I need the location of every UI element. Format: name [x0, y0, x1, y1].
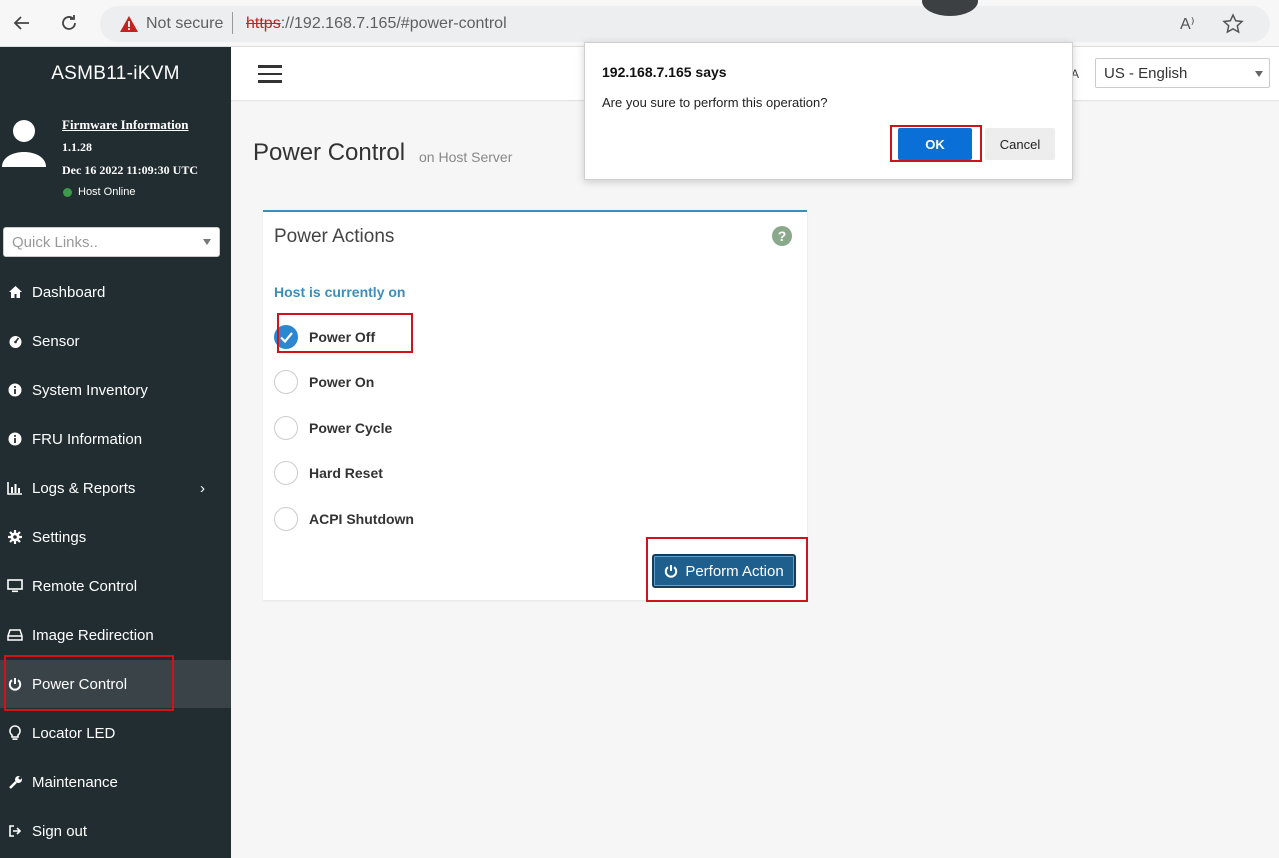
- address-separator: [232, 12, 233, 34]
- sidebar-item-label: Locator LED: [32, 724, 116, 742]
- panel-title: Power Actions: [274, 226, 395, 247]
- host-state-text: Host is currently on: [274, 284, 406, 300]
- help-icon[interactable]: ?: [772, 226, 792, 246]
- url-scheme: https: [246, 15, 281, 32]
- option-label: Hard Reset: [309, 465, 383, 481]
- host-status-dot-icon: [63, 188, 72, 197]
- ok-button[interactable]: OK: [898, 128, 972, 160]
- perform-action-label: Perform Action: [685, 562, 784, 580]
- quick-links-select[interactable]: Quick Links..: [3, 227, 220, 257]
- sidebar-item-dashboard[interactable]: Dashboard: [0, 268, 231, 316]
- sidebar-item-power-control[interactable]: Power Control: [0, 660, 231, 708]
- sidebar-item-label: Settings: [32, 528, 87, 546]
- sidebar-item-settings[interactable]: Settings: [0, 513, 231, 561]
- gauge-icon: [7, 333, 23, 349]
- perform-action-button[interactable]: Perform Action: [652, 554, 796, 588]
- user-avatar-icon: [2, 117, 46, 167]
- sidebar-item-locator-led[interactable]: Locator LED: [0, 709, 231, 757]
- sidebar-item-fru-information[interactable]: FRU Information: [0, 415, 231, 463]
- warning-icon[interactable]: [119, 14, 139, 34]
- back-arrow-icon[interactable]: [8, 9, 36, 37]
- security-label[interactable]: Not secure: [146, 15, 223, 33]
- hamburger-menu-icon[interactable]: [258, 65, 282, 83]
- sign-out-icon: [7, 823, 23, 839]
- chevron-right-icon: ›: [200, 479, 205, 497]
- drive-icon: [7, 627, 23, 643]
- sidebar-item-label: Logs & Reports: [32, 479, 136, 497]
- browser-toolbar: Not secure https://192.168.7.165/#power-…: [0, 0, 1279, 47]
- firmware-info-link[interactable]: Firmware Information: [62, 117, 188, 133]
- sidebar-item-label: FRU Information: [32, 430, 143, 448]
- option-power-cycle[interactable]: Power Cycle: [274, 416, 574, 442]
- option-label: ACPI Shutdown: [309, 511, 414, 527]
- sidebar-item-label: Image Redirection: [32, 626, 154, 644]
- option-label: Power Off: [309, 329, 376, 345]
- sidebar-item-label: Maintenance: [32, 773, 118, 791]
- sidebar-item-system-inventory[interactable]: System Inventory: [0, 366, 231, 414]
- radio-icon[interactable]: [274, 507, 298, 531]
- sidebar-item-sensor[interactable]: Sensor: [0, 317, 231, 365]
- sidebar-item-label: Sign out: [32, 822, 88, 840]
- reload-icon[interactable]: [55, 9, 83, 37]
- url-path: ://192.168.7.165/#power-control: [280, 15, 507, 32]
- option-hard-reset[interactable]: Hard Reset: [274, 461, 574, 487]
- sidebar-item-label: Sensor: [32, 332, 80, 350]
- radio-icon[interactable]: [274, 461, 298, 485]
- sidebar-item-logs-reports[interactable]: Logs & Reports ›: [0, 464, 231, 512]
- info-icon: [7, 382, 23, 398]
- radio-checked-icon[interactable]: [274, 325, 298, 349]
- confirm-dialog: 192.168.7.165 says Are you sure to perfo…: [584, 42, 1073, 180]
- sidebar-item-sign-out[interactable]: Sign out: [0, 807, 231, 855]
- page-title: Power Control: [253, 139, 406, 166]
- power-icon: [665, 565, 678, 578]
- firmware-version: 1.1.28: [62, 140, 92, 154]
- radio-icon[interactable]: [274, 416, 298, 440]
- read-aloud-icon[interactable]: A⁾: [1180, 14, 1195, 34]
- host-status: Host Online: [78, 186, 136, 198]
- dialog-message: Are you sure to perform this operation?: [602, 95, 828, 110]
- url-text[interactable]: https://192.168.7.165/#power-control: [246, 15, 507, 33]
- language-select[interactable]: US - English: [1095, 58, 1270, 88]
- firmware-date: Dec 16 2022 11:09:30 UTC: [62, 163, 198, 177]
- chevron-down-icon: [1255, 71, 1263, 77]
- radio-icon[interactable]: [274, 370, 298, 394]
- wrench-icon: [7, 774, 23, 790]
- sidebar-item-label: Dashboard: [32, 283, 106, 301]
- option-label: Power On: [309, 374, 375, 390]
- dialog-title: 192.168.7.165 says: [602, 64, 727, 80]
- option-acpi-shutdown[interactable]: ACPI Shutdown: [274, 507, 574, 533]
- monitor-icon: [7, 578, 23, 594]
- bar-chart-icon: [7, 480, 23, 496]
- info-icon: [7, 431, 23, 447]
- sidebar-item-image-redirection[interactable]: Image Redirection: [0, 611, 231, 659]
- cancel-button[interactable]: Cancel: [985, 128, 1055, 160]
- option-power-on[interactable]: Power On: [274, 370, 574, 396]
- page-subtitle: on Host Server: [419, 149, 513, 165]
- sidebar-item-label: System Inventory: [32, 381, 148, 399]
- home-icon: [7, 284, 23, 300]
- sidebar-item-maintenance[interactable]: Maintenance: [0, 758, 231, 806]
- chevron-down-icon: [203, 239, 211, 245]
- option-power-off[interactable]: Power Off: [274, 325, 574, 351]
- favorite-star-icon[interactable]: [1222, 13, 1244, 35]
- main-content: Power Control on Host Server Power Actio…: [231, 102, 1279, 858]
- option-label: Power Cycle: [309, 420, 393, 436]
- power-icon: [7, 676, 23, 692]
- sidebar: ASMB11-iKVM Firmware Information 1.1.28 …: [0, 47, 231, 858]
- lightbulb-icon: [7, 725, 23, 741]
- brand-title[interactable]: ASMB11-iKVM: [0, 47, 231, 101]
- sidebar-item-label: Remote Control: [32, 577, 138, 595]
- language-value: US - English: [1104, 65, 1188, 82]
- sidebar-item-remote-control[interactable]: Remote Control: [0, 562, 231, 610]
- gear-icon: [7, 529, 23, 545]
- power-actions-panel: Power Actions ? Host is currently on Pow…: [263, 210, 807, 600]
- quick-links-placeholder: Quick Links..: [12, 234, 98, 251]
- sidebar-item-label: Power Control: [32, 675, 128, 693]
